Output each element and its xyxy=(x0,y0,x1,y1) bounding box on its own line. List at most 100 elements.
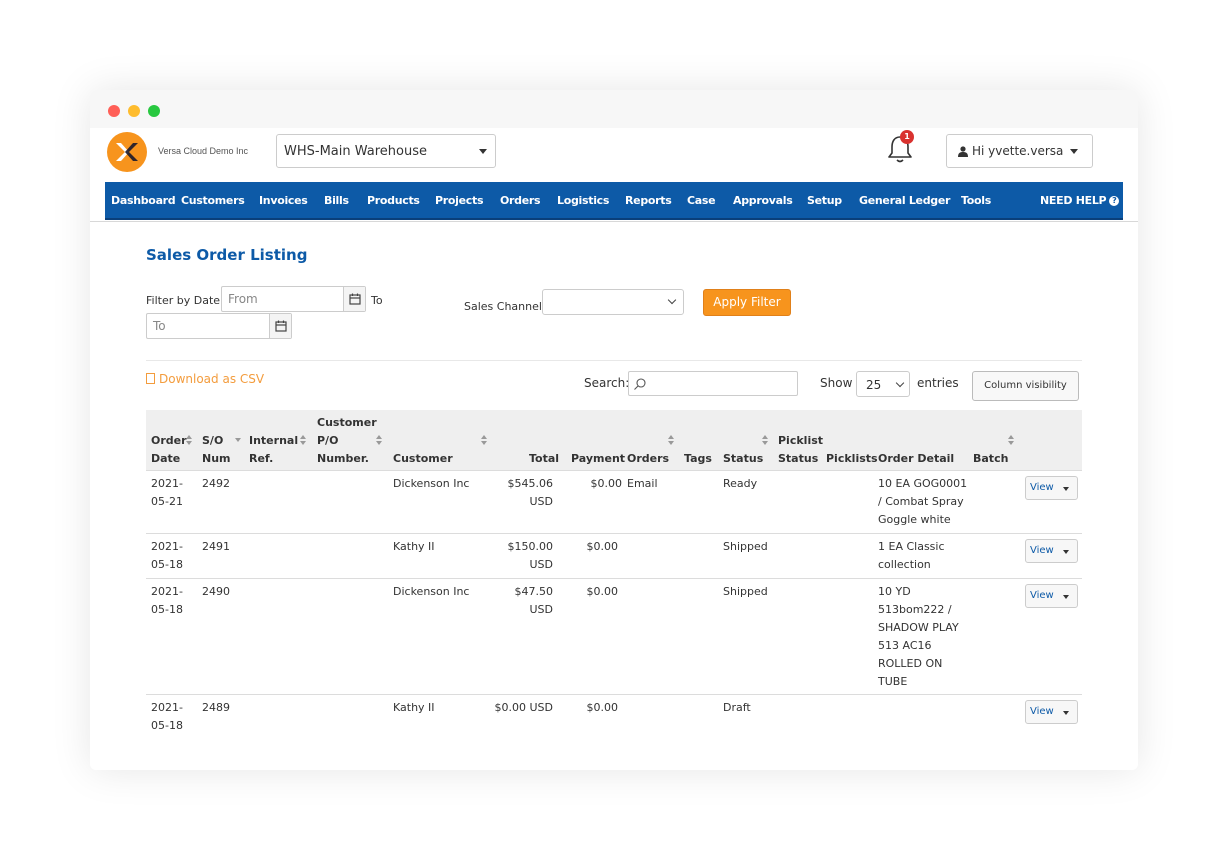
th-status[interactable]: Status xyxy=(723,450,763,468)
th-picklist-status[interactable]: Picklist Status xyxy=(778,432,823,468)
view-button[interactable]: View xyxy=(1025,700,1078,724)
user-menu-button[interactable]: Hi yvette.versa xyxy=(946,134,1093,168)
user-greeting: Hi yvette.versa xyxy=(972,144,1064,158)
cell-total: $150.00 USD xyxy=(507,540,554,571)
close-window-icon[interactable] xyxy=(108,105,120,117)
sort-icon[interactable] xyxy=(376,435,382,445)
from-date-placeholder: From xyxy=(228,292,258,306)
nav-products[interactable]: Products xyxy=(367,194,420,207)
nav-logistics[interactable]: Logistics xyxy=(557,194,609,207)
entries-label: entries xyxy=(917,376,959,390)
nav-tools[interactable]: Tools xyxy=(961,194,991,207)
th-order-detail[interactable]: Order Detail xyxy=(878,450,954,468)
app-header: Versa Cloud Demo Inc WHS-Main Warehouse … xyxy=(90,128,1138,180)
cell-order-date: 2021- 05-21 xyxy=(151,477,183,508)
to-date-placeholder: To xyxy=(153,319,166,333)
page-title: Sales Order Listing xyxy=(146,246,308,264)
versa-logo-icon[interactable] xyxy=(107,132,147,172)
nav-dashboard[interactable]: Dashboard xyxy=(111,194,176,207)
th-orders[interactable]: Orders xyxy=(627,450,669,468)
th-total[interactable]: Total xyxy=(529,450,559,468)
nav-approvals[interactable]: Approvals xyxy=(733,194,793,207)
cell-payment: $0.00 xyxy=(586,701,619,714)
sort-icon[interactable] xyxy=(186,435,192,445)
view-button[interactable]: View xyxy=(1025,476,1078,500)
user-icon xyxy=(958,146,968,157)
caret-down-icon xyxy=(1063,711,1069,715)
cell-payment: $0.00 xyxy=(586,540,619,553)
cell-total: $47.50 USD xyxy=(514,585,554,616)
cell-status: Ready xyxy=(723,477,758,490)
apply-filter-button[interactable]: Apply Filter xyxy=(703,289,791,316)
sort-desc-icon[interactable] xyxy=(235,435,241,445)
th-payment[interactable]: Payment xyxy=(571,450,625,468)
download-csv-label: Download as CSV xyxy=(159,372,265,386)
page-length-value: 25 xyxy=(866,378,882,392)
browser-window: Versa Cloud Demo Inc WHS-Main Warehouse … xyxy=(90,90,1138,770)
cell-order-detail: 10 EA GOG0001 / Combat Spray Goggle whit… xyxy=(878,477,968,526)
sort-icon[interactable] xyxy=(481,435,487,445)
column-visibility-button[interactable]: Column visibility xyxy=(972,371,1079,401)
th-order-date[interactable]: Order Date xyxy=(151,432,187,468)
sort-icon[interactable] xyxy=(300,435,306,445)
cell-total: $545.06 USD xyxy=(507,477,554,508)
cell-customer: Dickenson Inc xyxy=(393,585,470,598)
sort-icon[interactable] xyxy=(1008,435,1014,445)
nav-invoices[interactable]: Invoices xyxy=(259,194,308,207)
excel-file-icon xyxy=(146,373,155,384)
cell-customer: Kathy II xyxy=(393,701,435,714)
nav-orders[interactable]: Orders xyxy=(500,194,541,207)
th-picklists[interactable]: Picklists xyxy=(826,450,878,468)
nav-reports[interactable]: Reports xyxy=(625,194,672,207)
cell-customer: Kathy II xyxy=(393,540,435,553)
row-divider xyxy=(146,694,1082,695)
to-date-input[interactable]: To xyxy=(146,313,292,339)
search-input[interactable] xyxy=(628,371,798,396)
company-name: Versa Cloud Demo Inc xyxy=(158,146,249,156)
row-divider xyxy=(146,533,1082,534)
row-divider xyxy=(146,578,1082,579)
sales-channel-label: Sales Channel xyxy=(464,300,542,313)
row-divider xyxy=(146,470,1082,471)
nav-need-help[interactable]: NEED HELP? xyxy=(1040,194,1120,207)
page-length-select[interactable]: 25 xyxy=(856,371,910,397)
th-customer[interactable]: Customer xyxy=(393,450,453,468)
warehouse-select[interactable]: WHS-Main Warehouse xyxy=(276,134,496,168)
caret-down-icon xyxy=(1063,487,1069,491)
th-tags[interactable]: Tags xyxy=(684,450,712,468)
caret-down-icon xyxy=(1063,595,1069,599)
cell-order-detail: 1 EA Classic collection xyxy=(878,540,945,571)
search-icon xyxy=(634,378,646,390)
view-button[interactable]: View xyxy=(1025,584,1078,608)
cell-status: Draft xyxy=(723,701,751,714)
from-date-input[interactable]: From xyxy=(221,286,366,312)
nav-customers[interactable]: Customers xyxy=(181,194,245,207)
sales-channel-select[interactable] xyxy=(542,289,684,315)
caret-down-icon xyxy=(1063,550,1069,554)
minimize-window-icon[interactable] xyxy=(128,105,140,117)
th-internal-ref[interactable]: Internal Ref. xyxy=(249,432,298,468)
section-divider xyxy=(146,360,1082,361)
cell-order-date: 2021- 05-18 xyxy=(151,701,183,732)
cell-order-detail: 10 YD 513bom222 / SHADOW PLAY 513 AC16 R… xyxy=(878,585,959,688)
header-divider xyxy=(90,221,1138,222)
maximize-window-icon[interactable] xyxy=(148,105,160,117)
nav-case[interactable]: Case xyxy=(687,194,716,207)
need-help-label: NEED HELP xyxy=(1040,194,1107,207)
th-customer-po-number[interactable]: Customer P/O Number. xyxy=(317,414,377,468)
main-nav: Dashboard Customers Invoices Bills Produ… xyxy=(105,182,1123,220)
sort-icon[interactable] xyxy=(762,435,768,445)
nav-setup[interactable]: Setup xyxy=(807,194,842,207)
nav-bills[interactable]: Bills xyxy=(324,194,349,207)
nav-general-ledger[interactable]: General Ledger xyxy=(859,194,950,207)
th-so-num[interactable]: S/O Num xyxy=(202,432,231,468)
calendar-icon[interactable] xyxy=(343,287,365,311)
download-csv-link[interactable]: Download as CSV xyxy=(146,372,264,386)
th-batch[interactable]: Batch xyxy=(973,450,1008,468)
view-button[interactable]: View xyxy=(1025,539,1078,563)
cell-so-num: 2491 xyxy=(202,540,230,553)
calendar-icon[interactable] xyxy=(269,314,291,338)
nav-projects[interactable]: Projects xyxy=(435,194,484,207)
notification-badge[interactable]: 1 xyxy=(900,130,914,144)
sort-icon[interactable] xyxy=(668,435,674,445)
